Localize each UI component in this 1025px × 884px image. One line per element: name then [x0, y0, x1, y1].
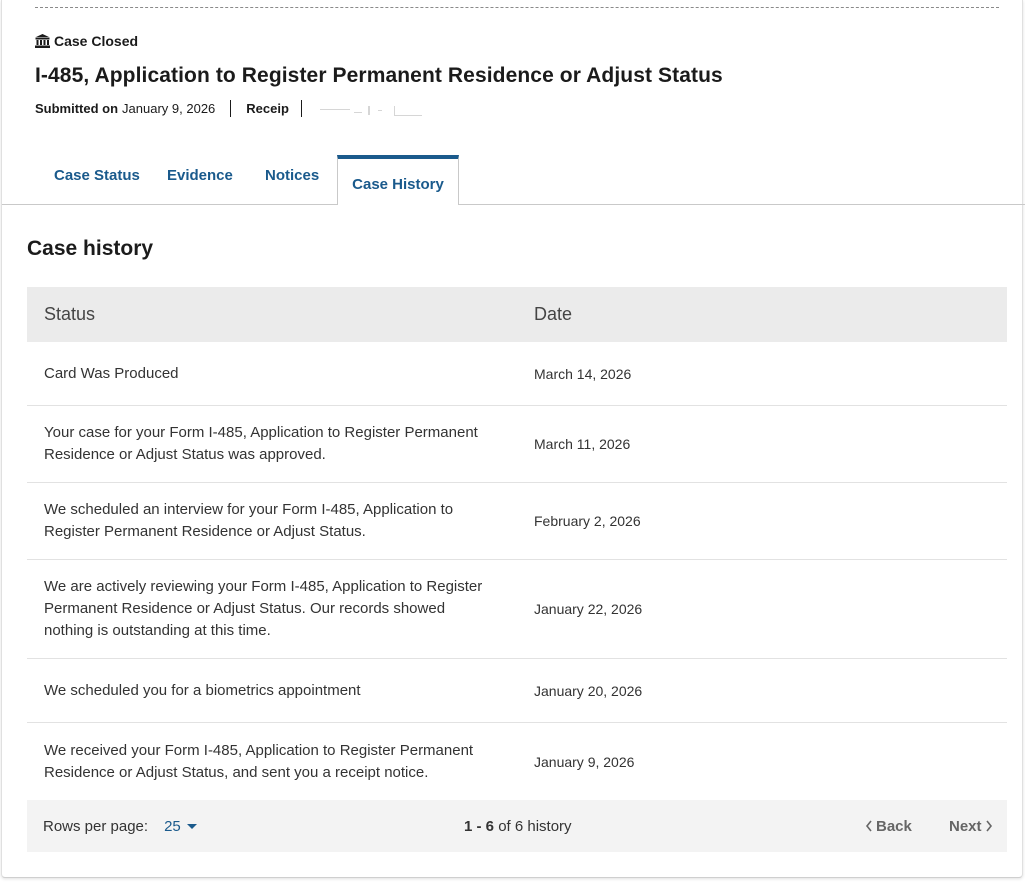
institution-icon: [35, 34, 50, 48]
table-row: Card Was Produced March 14, 2026: [27, 342, 1007, 406]
status-cell: We scheduled an interview for your Form …: [44, 501, 454, 540]
table-row: We scheduled an interview for your Form …: [27, 483, 1007, 560]
range-numbers: 1 - 6: [464, 817, 495, 835]
form-title: I-485, Application to Register Permanent…: [35, 64, 723, 87]
date-column-header: Date: [534, 304, 573, 324]
chevron-left-icon: [865, 820, 872, 832]
tab-case-history[interactable]: Case History: [337, 155, 459, 205]
back-label: Back: [876, 817, 912, 835]
caret-down-icon: [186, 823, 197, 829]
date-cell: January 9, 2026: [534, 753, 635, 770]
range-suffix: of 6 history: [498, 817, 572, 835]
case-card: Case Closed I-485, Application to Regist…: [1, 0, 1025, 878]
status-column-header: Status: [44, 304, 96, 324]
pagination-range: 1 - 6 of 6 history: [464, 818, 572, 835]
meta-separator: [300, 99, 302, 117]
case-meta: Submitted on January 9, 2026 Receip: [35, 98, 430, 118]
status-cell: We scheduled you for a biometrics appoin…: [44, 681, 361, 699]
status-cell: We are actively reviewing your Form I-48…: [44, 578, 483, 639]
section-title: Case history: [27, 237, 154, 260]
case-tabs: Case Status Evidence Notices Case Histor…: [2, 155, 1025, 205]
rows-per-page-select[interactable]: 25: [164, 818, 197, 835]
date-cell: January 22, 2026: [534, 601, 643, 617]
status-cell: Your case for your Form I-485, Applicati…: [44, 424, 478, 463]
date-cell: January 20, 2026: [534, 682, 643, 699]
dashed-divider: [35, 7, 999, 8]
tab-evidence[interactable]: Evidence: [167, 167, 233, 184]
receipt-number-redacted: [310, 100, 430, 116]
date-cell: March 14, 2026: [534, 365, 632, 382]
table-row: We scheduled you for a biometrics appoin…: [27, 659, 1007, 723]
meta-separator: [230, 99, 232, 117]
rows-per-page-value: 25: [164, 817, 181, 835]
case-state-label: Case Closed: [54, 33, 139, 49]
back-button[interactable]: Back: [865, 818, 912, 835]
date-cell: March 11, 2026: [534, 436, 631, 452]
table-row: We received your Form I-485, Application…: [27, 723, 1007, 800]
case-state-row: Case Closed: [35, 32, 138, 50]
tabs-divider: [2, 204, 1025, 205]
table-row: We are actively reviewing your Form I-48…: [27, 560, 1007, 659]
tab-notices[interactable]: Notices: [265, 167, 319, 184]
submitted-date: January 9, 2026: [122, 100, 216, 116]
receipt-label: Receip: [246, 100, 289, 116]
tab-case-status[interactable]: Case Status: [54, 167, 140, 184]
pagination-bar: Rows per page: 25 1 - 6 of 6 history Bac…: [27, 800, 1007, 852]
submitted-label: Submitted on: [35, 100, 119, 116]
case-history-table: Status Date Card Was Produced March 14, …: [27, 287, 1007, 800]
date-cell: February 2, 2026: [534, 513, 641, 529]
status-cell: Card Was Produced: [44, 364, 179, 382]
status-cell: We received your Form I-485, Application…: [44, 741, 474, 781]
table-row: Your case for your Form I-485, Applicati…: [27, 406, 1007, 483]
chevron-right-icon: [985, 820, 992, 832]
next-button[interactable]: Next: [949, 818, 993, 835]
rows-per-page-label: Rows per page:: [43, 817, 149, 835]
table-header: Status Date: [27, 287, 1007, 342]
next-label: Next: [949, 817, 982, 835]
